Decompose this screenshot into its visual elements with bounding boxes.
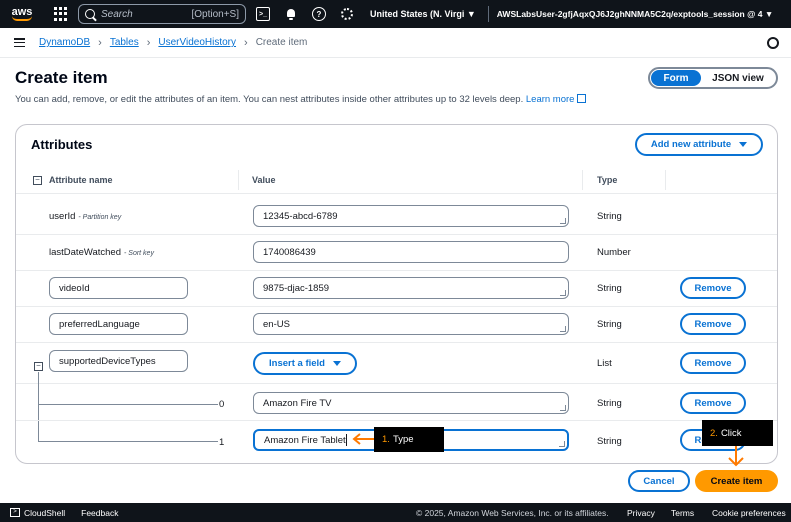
table-row: lastDateWatched - Sort key 1740086439 Num… xyxy=(16,235,777,271)
help-icon[interactable]: ? xyxy=(312,7,326,21)
bottom-bar: > CloudShell Feedback © 2025, Amazon Web… xyxy=(0,503,791,522)
table-row: − supportedDeviceTypes Insert a field Li… xyxy=(16,343,777,384)
list-value-input[interactable]: Amazon Fire TV xyxy=(253,392,569,414)
cloudshell-icon: > xyxy=(10,508,20,517)
search-placeholder: Search xyxy=(101,8,133,20)
attributes-title: Attributes xyxy=(31,137,93,152)
aws-smile-icon xyxy=(12,16,32,21)
search-shortcut: [Option+S] xyxy=(191,8,239,20)
cloudshell-icon[interactable]: >_ xyxy=(256,7,270,21)
aws-logo[interactable]: aws xyxy=(6,0,38,28)
partition-key-label: - Partition key xyxy=(78,214,122,221)
table-header: − Attribute name Value Type xyxy=(16,165,777,194)
attribute-name-static: userId - Partition key xyxy=(49,211,122,222)
remove-button[interactable]: Remove xyxy=(680,277,746,299)
value-input[interactable]: 12345-abcd-6789 xyxy=(253,205,569,227)
value-input[interactable]: en-US xyxy=(253,313,569,335)
attribute-type: String xyxy=(597,283,622,294)
table-row: userId - Partition key 12345-abcd-6789 St… xyxy=(16,198,777,235)
chevron-right-icon: › xyxy=(146,36,151,49)
attribute-type: String xyxy=(597,319,622,330)
callout-text: Click xyxy=(720,427,742,439)
search-icon xyxy=(85,9,95,19)
table-row: videoId 9875-djac-1859 String Remove xyxy=(16,271,777,307)
column-header-type: Type xyxy=(597,175,618,185)
search-input[interactable]: Search [Option+S] xyxy=(78,4,246,24)
attribute-name-input[interactable]: preferredLanguage xyxy=(49,313,188,335)
value-input[interactable]: 1740086439 xyxy=(253,241,569,263)
collapse-all-icon[interactable]: − xyxy=(33,176,42,185)
list-index: 0 xyxy=(219,399,225,410)
services-grid-icon[interactable] xyxy=(54,7,68,21)
list-index: 1 xyxy=(219,437,225,448)
copyright-text: © 2025, Amazon Web Services, Inc. or its… xyxy=(416,508,609,518)
attribute-name-input[interactable]: supportedDeviceTypes xyxy=(49,350,188,372)
attribute-type: List xyxy=(597,358,612,369)
learn-more-link[interactable]: Learn more xyxy=(526,94,587,105)
attributes-panel: Attributes Add new attribute − Attribute… xyxy=(15,124,778,464)
attribute-type: String xyxy=(597,211,622,222)
column-divider xyxy=(238,170,239,190)
callout-number: 1. xyxy=(382,434,390,445)
arrow-down-icon xyxy=(728,446,744,467)
add-new-attribute-button[interactable]: Add new attribute xyxy=(635,133,763,156)
breadcrumb-dynamodb[interactable]: DynamoDB xyxy=(39,37,90,48)
text-cursor xyxy=(346,434,347,446)
json-view-option[interactable]: JSON view xyxy=(701,70,775,86)
caret-down-icon xyxy=(739,142,748,147)
region-selector[interactable]: United States (N. Virgi ▼ xyxy=(370,9,476,19)
column-divider xyxy=(665,170,666,190)
page-title: Create item xyxy=(15,68,108,87)
settings-gear-icon[interactable] xyxy=(340,7,354,21)
cancel-button[interactable]: Cancel xyxy=(628,470,690,492)
breadcrumb-current: Create item xyxy=(255,37,308,48)
privacy-link[interactable]: Privacy xyxy=(627,508,655,518)
callout-text: Type xyxy=(392,434,414,445)
remove-button[interactable]: Remove xyxy=(680,392,746,414)
callout-number: 2. xyxy=(710,427,718,439)
column-divider xyxy=(582,170,583,190)
top-navigation: aws Search [Option+S] >_ ? United States… xyxy=(0,0,791,28)
attribute-name-static: lastDateWatched - Sort key xyxy=(49,247,154,258)
column-header-name: Attribute name xyxy=(49,175,113,185)
collapse-list-icon[interactable]: − xyxy=(34,362,43,371)
page-description: You can add, remove, or edit the attribu… xyxy=(15,94,587,105)
table-row: preferredLanguage en-US String Remove xyxy=(16,307,777,343)
cookie-preferences-link[interactable]: Cookie preferences xyxy=(712,508,786,518)
attribute-type: String xyxy=(597,436,622,447)
chevron-right-icon: › xyxy=(244,36,248,49)
breadcrumb-bar: DynamoDB › Tables › UserVideoHistory › C… xyxy=(0,28,791,58)
list-item: 0 Amazon Fire TV String Remove xyxy=(16,384,777,421)
page-settings-icon[interactable] xyxy=(767,37,779,49)
external-link-icon xyxy=(577,94,587,103)
menu-icon[interactable] xyxy=(14,38,25,47)
breadcrumb: DynamoDB › Tables › UserVideoHistory › C… xyxy=(39,37,307,49)
notifications-bell-icon[interactable] xyxy=(284,7,298,21)
nav-divider xyxy=(487,6,489,22)
type-callout: 1. Type xyxy=(374,427,444,452)
value-input[interactable]: 9875-djac-1859 xyxy=(253,277,569,299)
attribute-type: String xyxy=(597,398,622,409)
breadcrumb-tables[interactable]: Tables xyxy=(110,37,139,48)
chevron-right-icon: › xyxy=(98,36,102,49)
feedback-link[interactable]: Feedback xyxy=(81,508,118,518)
click-callout: 2. Click xyxy=(702,420,773,446)
insert-field-button[interactable]: Insert a field xyxy=(253,352,357,375)
cloudshell-link[interactable]: > CloudShell xyxy=(10,508,65,518)
caret-down-icon xyxy=(332,361,341,366)
remove-button[interactable]: Remove xyxy=(680,352,746,374)
remove-button[interactable]: Remove xyxy=(680,313,746,335)
sort-key-label: - Sort key xyxy=(124,250,154,257)
account-menu[interactable]: AWSLabsUser-2gfjAqxQJ6J2ghNNMA5C2q/expto… xyxy=(497,9,774,19)
description-text: You can add, remove, or edit the attribu… xyxy=(15,94,524,105)
terms-link[interactable]: Terms xyxy=(671,508,694,518)
view-toggle: Form JSON view xyxy=(648,67,778,89)
breadcrumb-table[interactable]: UserVideoHistory xyxy=(158,37,236,48)
form-view-option[interactable]: Form xyxy=(651,70,701,86)
arrow-left-icon xyxy=(352,433,374,445)
attribute-name-input[interactable]: videoId xyxy=(49,277,188,299)
attribute-type: Number xyxy=(597,247,631,258)
column-header-value: Value xyxy=(252,175,276,185)
create-item-button[interactable]: Create item xyxy=(695,470,778,492)
